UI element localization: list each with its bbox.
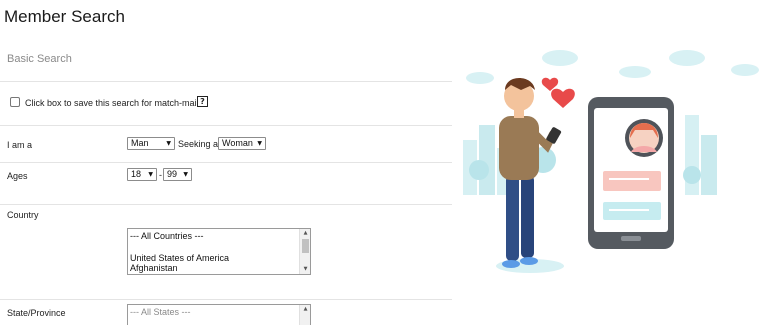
scroll-up-icon[interactable]: ▲ <box>300 305 311 314</box>
gender-self-select[interactable]: Man ▼ <box>127 137 175 150</box>
chat-bubble-line <box>609 209 649 211</box>
state-label: State/Province <box>7 308 66 318</box>
ages-label: Ages <box>7 171 28 181</box>
phone-home-button <box>621 236 641 241</box>
heart-icon <box>551 88 575 108</box>
age-min-select[interactable]: 18 ▼ <box>127 168 157 181</box>
man-torso <box>499 116 539 180</box>
divider <box>0 162 452 163</box>
state-listbox[interactable]: --- All States --- ▲ <box>127 304 311 325</box>
man-leg <box>506 175 519 261</box>
country-label: Country <box>7 210 39 220</box>
building-shape <box>701 135 717 195</box>
gender-seeking-select[interactable]: Woman ▼ <box>218 137 266 150</box>
cloud-shape <box>619 66 651 78</box>
age-max-value: 99 <box>167 169 178 179</box>
scroll-down-icon[interactable]: ▼ <box>300 265 311 274</box>
section-title: Basic Search <box>7 53 72 65</box>
seeking-text: Seeking a <box>178 139 219 149</box>
country-option[interactable]: --- All Countries --- <box>130 231 204 241</box>
scroll-up-icon[interactable]: ▲ <box>300 229 311 238</box>
chevron-down-icon: ▼ <box>183 171 188 178</box>
cloud-shape <box>466 72 494 84</box>
cloud-shape <box>669 50 705 66</box>
chevron-down-icon: ▼ <box>257 140 262 147</box>
divider <box>0 204 452 205</box>
gender-label: I am a <box>7 140 33 150</box>
cloud-shape <box>542 50 578 66</box>
country-listbox[interactable]: --- All Countries --- United States of A… <box>127 228 311 275</box>
man-shoe <box>520 257 538 265</box>
country-option[interactable]: United States of America <box>130 253 229 263</box>
save-search-checkbox[interactable] <box>10 97 20 107</box>
help-icon[interactable]: ? <box>197 96 208 107</box>
man-leg <box>521 175 534 258</box>
scroll-thumb[interactable] <box>302 239 309 253</box>
dating-app-illustration <box>463 50 759 273</box>
page-title: Member Search <box>4 7 125 26</box>
save-search-label: Click box to save this search for match-… <box>25 98 199 108</box>
age-max-select[interactable]: 99 ▼ <box>163 168 192 181</box>
tree-shape <box>683 166 701 184</box>
state-scrollbar[interactable]: ▲ <box>299 305 310 325</box>
divider <box>0 125 452 126</box>
building-shape <box>479 125 495 195</box>
cloud-shape <box>731 64 759 76</box>
country-option[interactable]: Afghanistan <box>130 263 178 273</box>
country-scrollbar[interactable]: ▲ ▼ <box>299 229 310 274</box>
divider <box>0 299 452 300</box>
chat-bubble-line <box>609 178 649 180</box>
age-min-value: 18 <box>131 169 142 179</box>
chevron-down-icon: ▼ <box>148 171 153 178</box>
gender-seeking-value: Woman <box>222 138 253 148</box>
state-option[interactable]: --- All States --- <box>130 307 191 317</box>
chevron-down-icon: ▼ <box>166 140 171 147</box>
tree-shape <box>469 160 489 180</box>
age-separator: - <box>159 170 162 180</box>
gender-self-value: Man <box>131 138 149 148</box>
man-shoe <box>502 260 520 268</box>
divider <box>0 81 452 82</box>
chat-bubble <box>603 171 661 191</box>
